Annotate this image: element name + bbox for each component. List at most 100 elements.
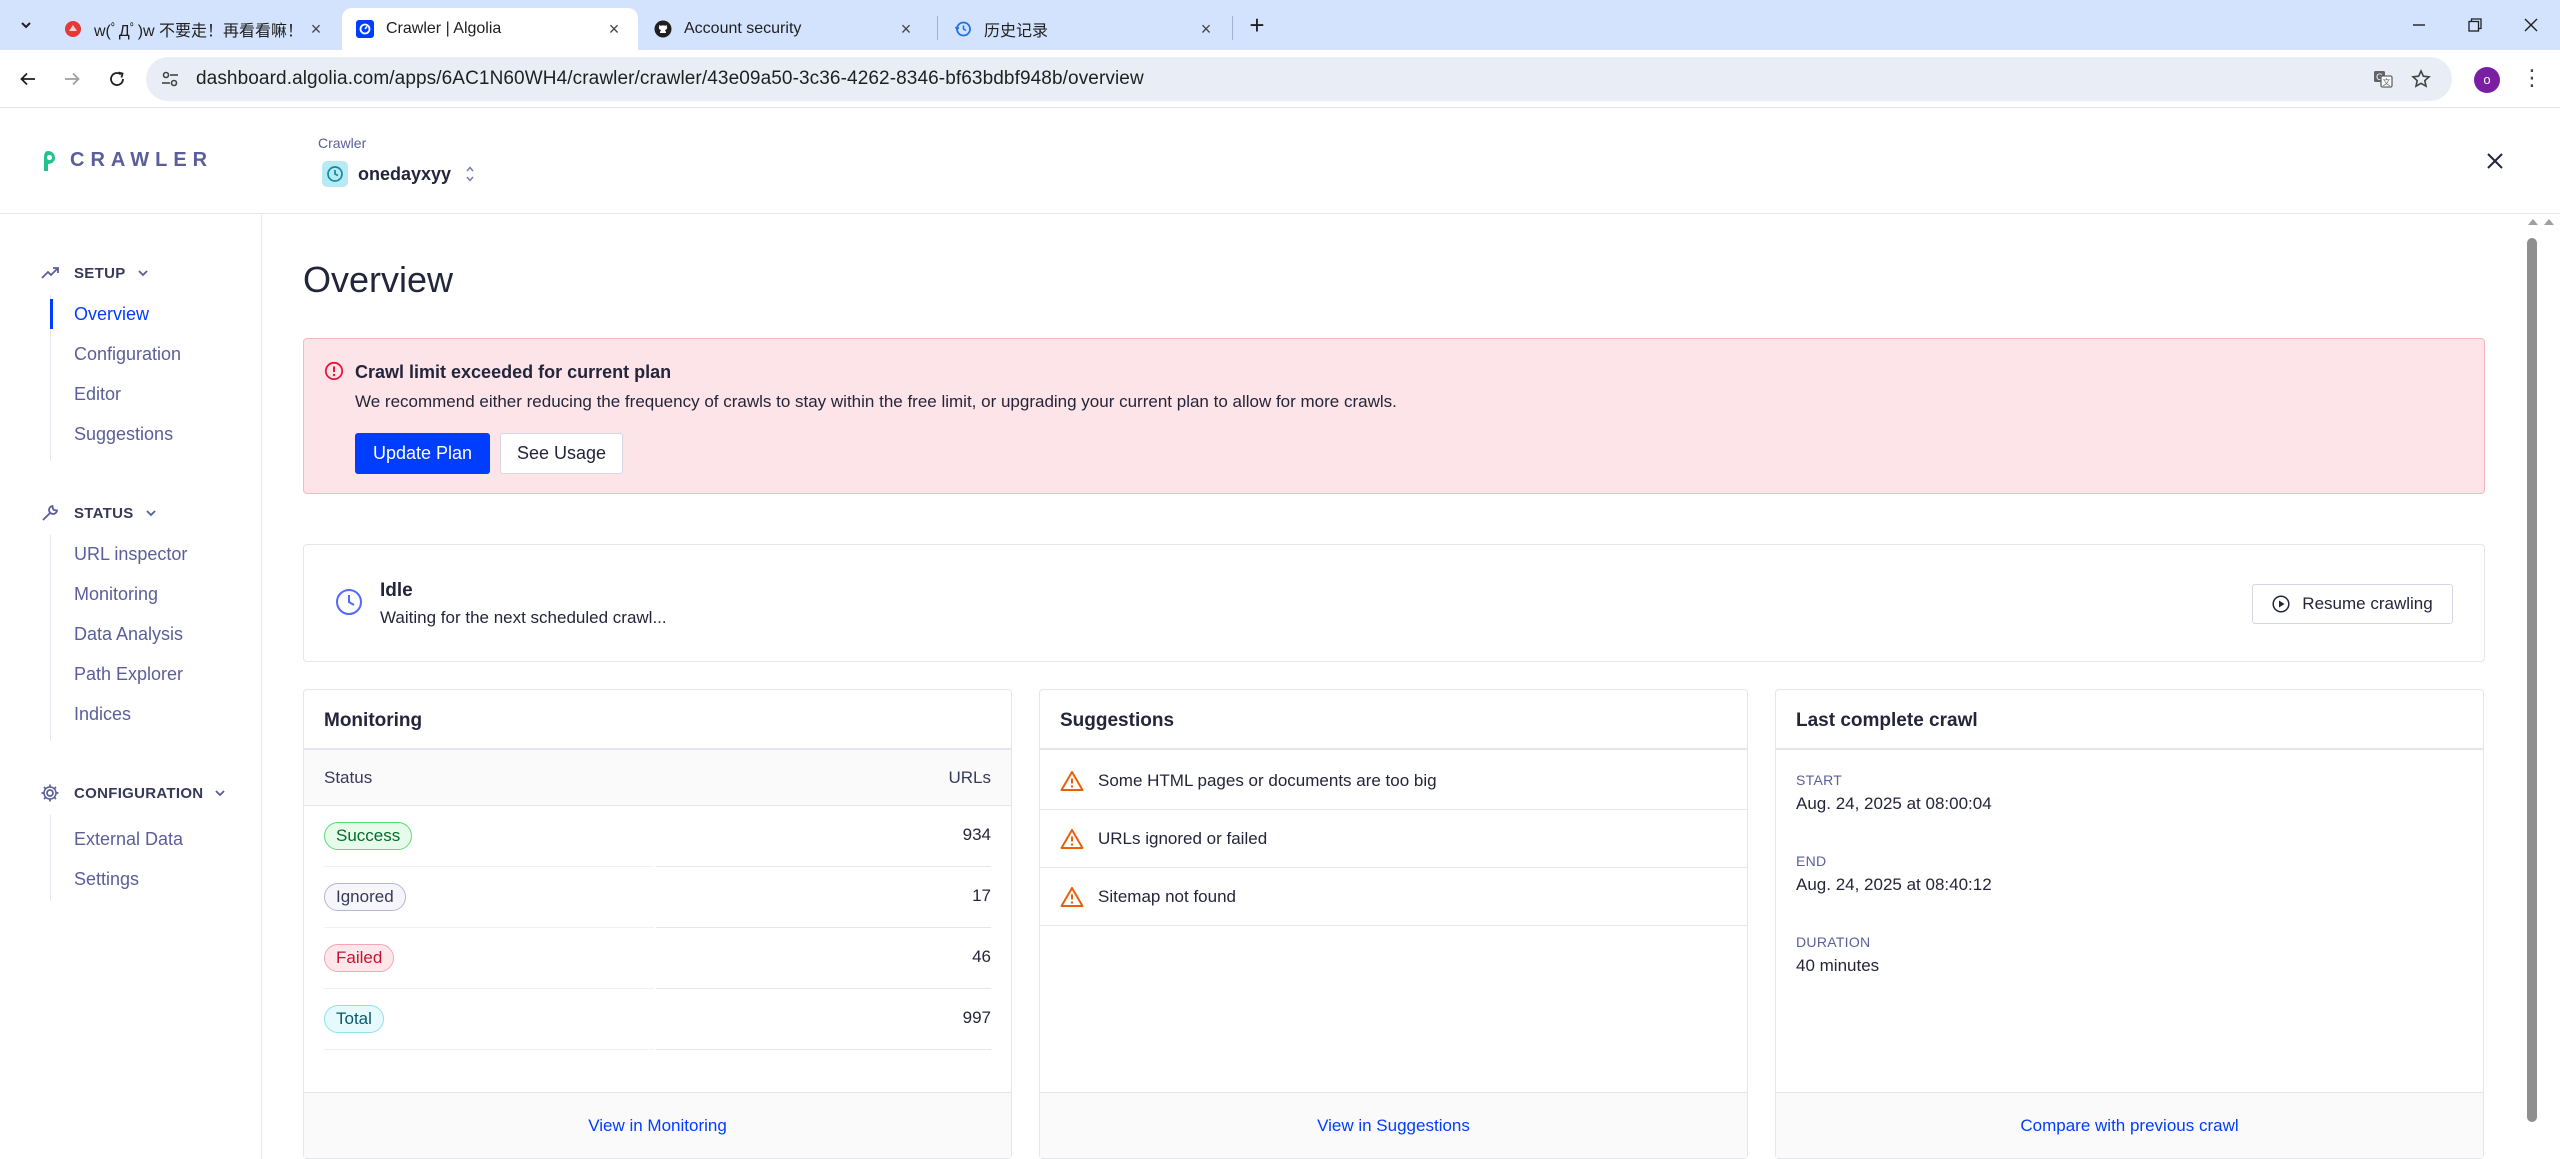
suggestion-text: URLs ignored or failed (1098, 828, 1268, 848)
view-in-monitoring-link[interactable]: View in Monitoring (304, 1092, 1011, 1158)
tab-close-icon[interactable]: × (306, 19, 326, 39)
table-row[interactable]: Total 997 (304, 989, 1011, 1050)
crawler-logo[interactable]: CRAWLER (40, 149, 213, 172)
svg-text:文: 文 (2383, 77, 2391, 87)
list-item[interactable]: URLs ignored or failed (1040, 810, 1747, 868)
status-badge-failed: Failed (324, 944, 395, 972)
browser-tab-2[interactable]: Crawler | Algolia × (342, 8, 638, 50)
table-header: Status URLs (304, 750, 1011, 806)
app-header: CRAWLER Crawler onedayxyy (0, 109, 2560, 214)
alert-text: We recommend either reducing the frequen… (355, 392, 1397, 411)
sidebar-item-settings[interactable]: Settings (74, 869, 139, 890)
sidebar-section-configuration[interactable]: CONFIGURATION (40, 783, 227, 803)
duration-label: DURATION (1796, 934, 1871, 950)
tab-separator (1232, 16, 1233, 40)
scrollbar-thumb[interactable] (2527, 238, 2537, 1122)
browser-menu-icon[interactable]: ⋮ (2520, 65, 2544, 93)
history-icon (954, 20, 972, 38)
row-value: 997 (962, 1008, 991, 1027)
crawler-clock-icon (322, 161, 348, 187)
table-row[interactable]: Failed 46 (304, 928, 1011, 989)
sidebar-item-overview[interactable]: Overview (74, 304, 149, 325)
browser-tab-bar: w(ﾟДﾟ)w 不要走！再看看嘛！ × Crawler | Algolia × … (0, 0, 2560, 50)
trend-up-icon (40, 263, 60, 283)
restore-icon[interactable] (2460, 10, 2490, 40)
page-title: Overview (303, 259, 454, 300)
scroll-up-arrow-icon[interactable] (2528, 219, 2538, 225)
table-row[interactable]: Ignored 17 (304, 867, 1011, 928)
section-title: CONFIGURATION (74, 784, 204, 802)
window-close-icon[interactable] (2516, 10, 2546, 40)
active-indicator (50, 299, 53, 329)
profile-avatar[interactable]: o (2474, 67, 2500, 93)
site-settings-icon[interactable] (160, 69, 180, 89)
scroll-up-arrow-icon[interactable] (2544, 219, 2554, 225)
crawler-logo-icon (44, 150, 55, 171)
resume-crawling-button[interactable]: Resume crawling (2252, 584, 2453, 624)
view-in-suggestions-link[interactable]: View in Suggestions (1040, 1092, 1747, 1158)
tab-search-chevron-icon[interactable] (14, 13, 38, 37)
section-title: SETUP (74, 264, 126, 282)
minimize-icon[interactable] (2404, 10, 2434, 40)
resume-label: Resume crawling (2302, 594, 2433, 613)
nav-rail (50, 535, 51, 741)
card-title: Monitoring (304, 690, 1011, 750)
list-item[interactable]: Some HTML pages or documents are too big (1040, 752, 1747, 810)
sidebar-item-indices[interactable]: Indices (74, 704, 131, 725)
sidebar-section-status[interactable]: STATUS (40, 503, 158, 523)
forward-arrow-icon[interactable] (58, 65, 86, 93)
browser-tab-4[interactable]: 历史记录 × (940, 8, 1230, 50)
warning-triangle-icon (1060, 770, 1084, 791)
crawler-label: Crawler (318, 135, 367, 151)
sidebar-item-monitoring[interactable]: Monitoring (74, 584, 158, 605)
sidebar: SETUP Overview Configuration Editor Sugg… (0, 215, 262, 1159)
red-bird-icon (64, 20, 82, 38)
browser-tab-3[interactable]: Account security × (640, 8, 930, 50)
sidebar-item-editor[interactable]: Editor (74, 384, 121, 405)
crawler-status-card: Idle Waiting for the next scheduled craw… (303, 544, 2485, 662)
sidebar-item-path-explorer[interactable]: Path Explorer (74, 664, 183, 685)
table-row[interactable]: Success 934 (304, 806, 1011, 867)
compare-previous-crawl-link[interactable]: Compare with previous crawl (1776, 1092, 2483, 1158)
end-label: END (1796, 853, 1827, 869)
tab-separator (937, 16, 938, 40)
sidebar-item-configuration[interactable]: Configuration (74, 344, 181, 365)
suggestions-card: Suggestions Some HTML pages or documents… (1039, 689, 1748, 1159)
status-text: Waiting for the next scheduled crawl... (380, 608, 667, 627)
close-icon[interactable] (2482, 148, 2508, 174)
status-badge-total: Total (324, 1005, 384, 1033)
sidebar-section-setup[interactable]: SETUP (40, 263, 150, 283)
status-badge-ignored: Ignored (324, 883, 406, 911)
tab-title: 历史记录 (984, 23, 1049, 40)
tab-close-icon[interactable]: × (1196, 19, 1216, 39)
status-title: Idle (380, 580, 413, 601)
sidebar-item-external-data[interactable]: External Data (74, 829, 183, 850)
sidebar-item-url-inspector[interactable]: URL inspector (74, 544, 187, 565)
see-usage-button[interactable]: See Usage (500, 433, 623, 474)
status-badge-success: Success (324, 822, 413, 850)
list-item[interactable]: Sitemap not found (1040, 868, 1747, 926)
back-arrow-icon[interactable] (14, 65, 42, 93)
sidebar-item-suggestions[interactable]: Suggestions (74, 424, 173, 445)
address-bar[interactable]: dashboard.algolia.com/apps/6AC1N60WH4/cr… (146, 57, 2452, 101)
new-tab-button[interactable]: + (1243, 12, 1271, 40)
browser-tab-1[interactable]: w(ﾟДﾟ)w 不要走！再看看嘛！ × (50, 8, 340, 50)
reload-icon[interactable] (103, 65, 131, 93)
crawler-selector[interactable]: onedayxyy (322, 161, 475, 187)
alert-circle-icon (324, 361, 344, 381)
update-plan-button[interactable]: Update Plan (355, 433, 490, 474)
tab-close-icon[interactable]: × (896, 19, 916, 39)
last-crawl-card: Last complete crawl START Aug. 24, 2025 … (1775, 689, 2484, 1159)
end-value: Aug. 24, 2025 at 08:40:12 (1796, 875, 1992, 894)
row-value: 46 (972, 947, 991, 966)
translate-icon[interactable]: G文 (2372, 68, 2394, 90)
nav-rail (50, 815, 51, 901)
selector-arrows-icon (465, 165, 475, 183)
start-value: Aug. 24, 2025 at 08:00:04 (1796, 794, 1992, 813)
wrench-icon (40, 503, 60, 523)
bookmark-star-icon[interactable] (2410, 68, 2432, 90)
main-content: Overview Crawl limit exceeded for curren… (262, 215, 2524, 1159)
sidebar-item-data-analysis[interactable]: Data Analysis (74, 624, 183, 645)
tab-close-icon[interactable]: × (604, 19, 624, 39)
algolia-icon (356, 20, 374, 38)
